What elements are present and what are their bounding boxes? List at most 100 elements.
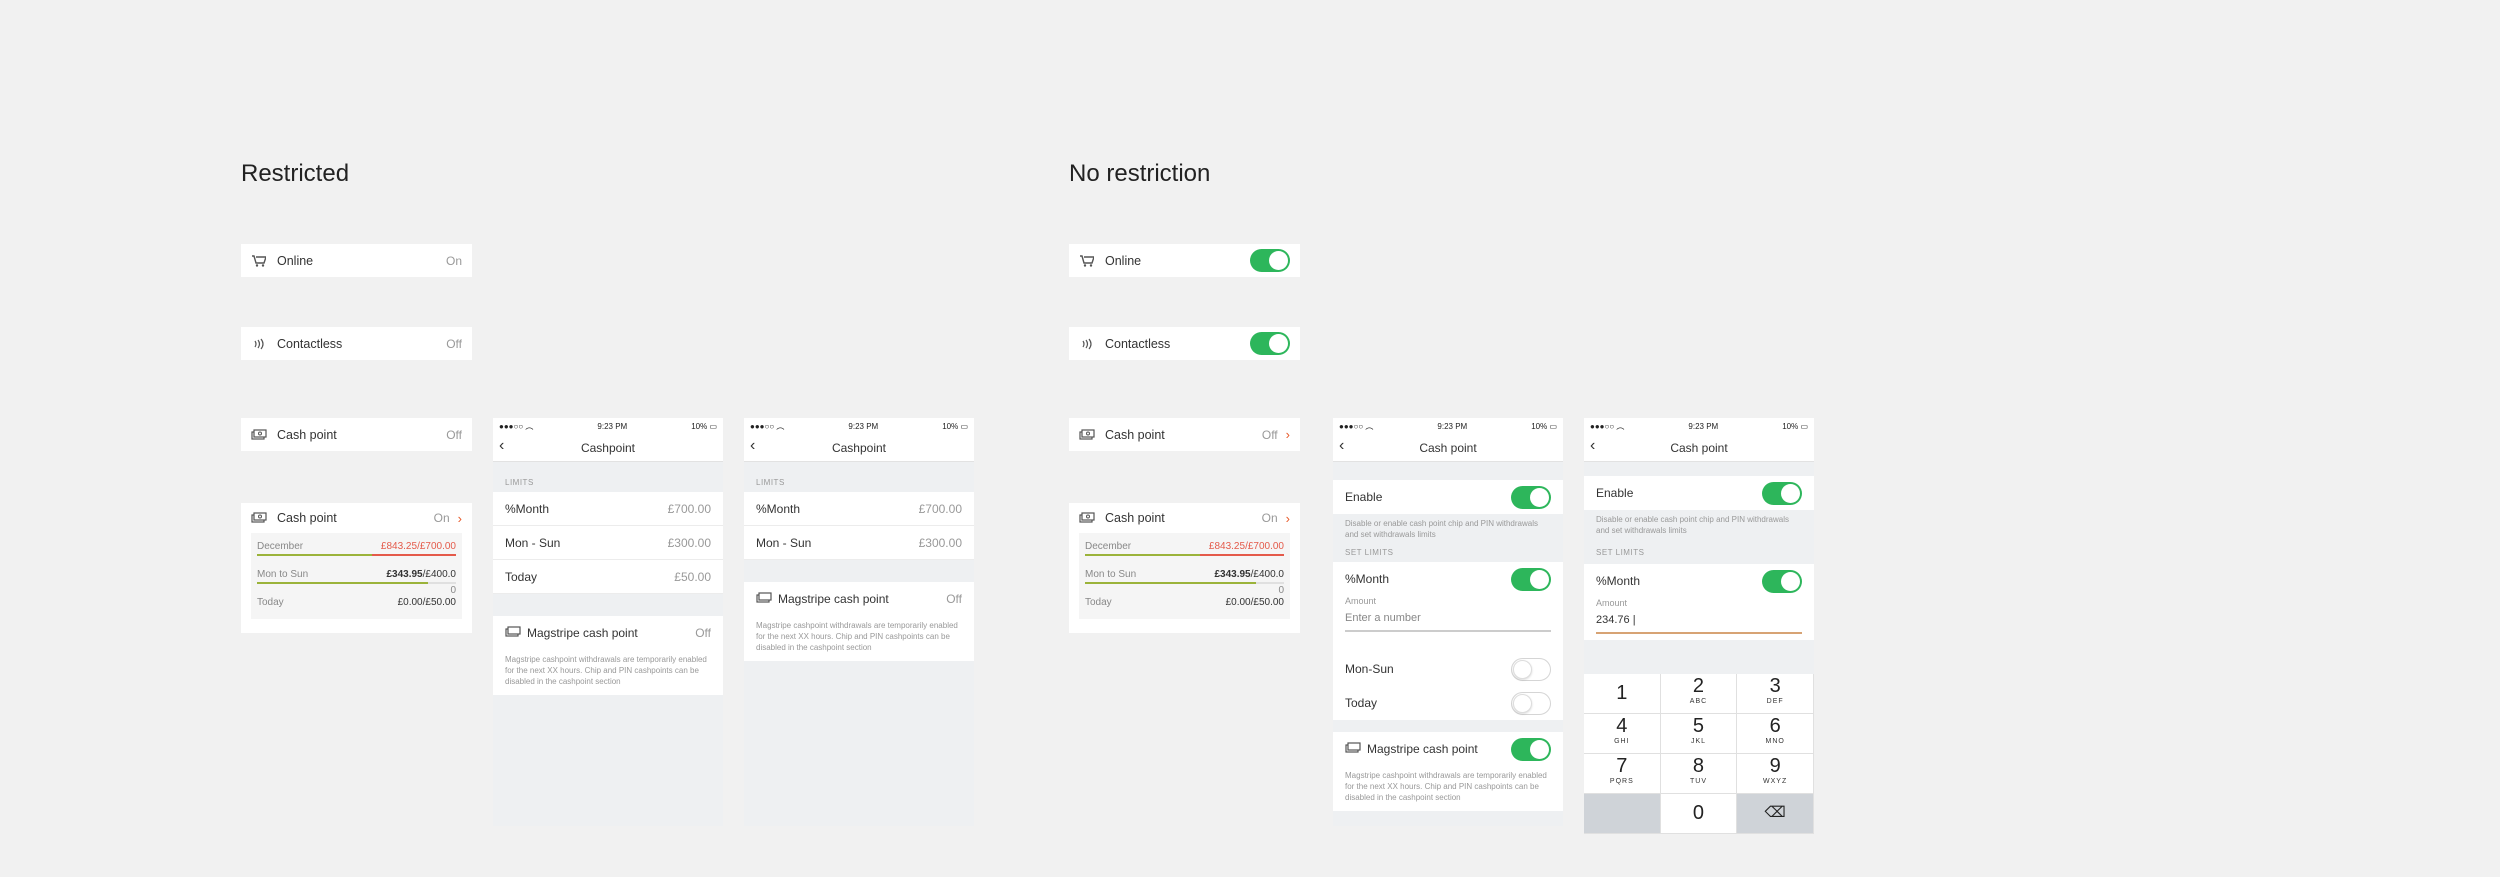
keypad-key-3[interactable]: 3 DEF bbox=[1737, 674, 1814, 714]
cashpoint-row[interactable]: Cash point Off › bbox=[1069, 418, 1300, 451]
cashpoint-label: Cash point bbox=[1105, 427, 1165, 442]
monsun-toggle[interactable] bbox=[1511, 657, 1551, 681]
keypad-key-7[interactable]: 7 PQRS bbox=[1584, 754, 1661, 794]
cashpoint-limits-summary: December £843.25/£700.00 Mon to Sun £343… bbox=[1079, 533, 1290, 619]
keypad-key-2[interactable]: 2 ABC bbox=[1660, 674, 1738, 714]
month-toggle[interactable] bbox=[1511, 567, 1551, 591]
keypad-key-0[interactable]: 0 bbox=[1660, 794, 1738, 834]
cashpoint-row[interactable]: Cash point Off bbox=[241, 418, 472, 451]
limit-row-today[interactable]: Today £50.00 bbox=[493, 560, 723, 594]
back-arrow-icon[interactable]: ‹ bbox=[1339, 437, 1344, 455]
status-time: 9:23 PM bbox=[597, 421, 628, 431]
status-bar: ●●●○○ ︵ 9:23 PM 10% ▭ bbox=[493, 418, 723, 434]
limit-row-monsun[interactable]: Mon - Sun £300.00 bbox=[744, 526, 974, 560]
magstripe-row[interactable]: Magstripe cash point Off bbox=[493, 616, 723, 650]
back-arrow-icon[interactable]: ‹ bbox=[499, 437, 504, 455]
phone-cashpoint-restricted-1: ●●●○○ ︵ 9:23 PM 10% ▭ ‹ Cashpoint LIMITS… bbox=[493, 418, 723, 826]
enable-label: Enable bbox=[1596, 486, 1634, 500]
limit-label: Today bbox=[257, 597, 284, 608]
row-value: £50.00 bbox=[674, 569, 711, 584]
cash-icon bbox=[251, 512, 267, 524]
online-row[interactable]: Online bbox=[1069, 244, 1300, 277]
row-label: Today bbox=[505, 569, 538, 584]
limit-row-week: Mon to Sun £343.95/£400.0 0 bbox=[1083, 565, 1286, 596]
nav-title: Cash point bbox=[1670, 440, 1728, 455]
row-label: Mon - Sun bbox=[505, 535, 561, 550]
status-time: 9:23 PM bbox=[1688, 421, 1719, 431]
battery-indicator: 10% ▭ bbox=[942, 421, 968, 431]
row-value: £700.00 bbox=[918, 501, 962, 516]
amount-input[interactable]: Enter a number bbox=[1345, 606, 1551, 632]
month-row[interactable]: %Month bbox=[1333, 562, 1563, 596]
enable-toggle[interactable] bbox=[1511, 485, 1551, 509]
limit-row-month[interactable]: %Month £700.00 bbox=[744, 492, 974, 526]
keypad-key-9[interactable]: 9 WXYZ bbox=[1737, 754, 1814, 794]
signal-indicator: ●●●○○ ︵ bbox=[499, 421, 534, 431]
magstripe-description: Magstripe cashpoint withdrawals are temp… bbox=[744, 616, 974, 661]
status-time: 9:23 PM bbox=[1437, 421, 1468, 431]
enable-row[interactable]: Enable bbox=[1584, 476, 1814, 510]
limit-value: £0.00/£50.00 bbox=[1225, 597, 1284, 608]
signal-indicator: ●●●○○ ︵ bbox=[1590, 421, 1625, 431]
amount-input[interactable]: 234.76 | bbox=[1596, 608, 1802, 634]
chevron-right-icon[interactable]: › bbox=[1286, 511, 1290, 526]
magstripe-value: Off bbox=[946, 592, 962, 606]
limit-row-month[interactable]: %Month £700.00 bbox=[493, 492, 723, 526]
amount-block: Amount 234.76 | bbox=[1584, 598, 1814, 640]
back-arrow-icon[interactable]: ‹ bbox=[750, 437, 755, 455]
limit-progress-bar bbox=[1085, 554, 1284, 556]
cash-icon bbox=[505, 625, 521, 641]
keypad-key-1[interactable]: 1 bbox=[1584, 674, 1661, 714]
status-bar: ●●●○○ ︵ 9:23 PM 10% ▭ bbox=[1333, 418, 1563, 434]
cashpoint-expanded-card[interactable]: Cash point On › December £843.25/£700.00… bbox=[241, 503, 472, 633]
magstripe-description: Magstripe cashpoint withdrawals are temp… bbox=[493, 650, 723, 695]
cash-icon bbox=[756, 591, 772, 607]
keypad-key-6[interactable]: 6 MNO bbox=[1737, 714, 1814, 754]
monsun-row[interactable]: Mon-Sun bbox=[1333, 652, 1563, 686]
amount-block: Amount Enter a number bbox=[1333, 596, 1563, 638]
cashpoint-expanded-card[interactable]: Cash point On › December £843.25/£700.00… bbox=[1069, 503, 1300, 633]
nav-title: Cashpoint bbox=[831, 440, 887, 455]
magstripe-row[interactable]: Magstripe cash point bbox=[1333, 732, 1563, 766]
magstripe-value: Off bbox=[695, 626, 711, 640]
online-toggle[interactable] bbox=[1250, 249, 1290, 272]
enable-toggle[interactable] bbox=[1762, 481, 1802, 505]
row-value: £300.00 bbox=[918, 535, 962, 550]
limit-row-monsun[interactable]: Mon - Sun £300.00 bbox=[493, 526, 723, 560]
enable-description: Disable or enable cash point chip and PI… bbox=[1345, 519, 1538, 539]
phone-cashpoint-settings: ●●●○○ ︵ 9:23 PM 10% ▭ ‹ Cash point Enabl… bbox=[1333, 418, 1563, 826]
blank-key bbox=[1584, 794, 1661, 834]
keypad-key-8[interactable]: 8 TUV bbox=[1660, 754, 1738, 794]
contactless-icon bbox=[251, 338, 267, 350]
magstripe-toggle[interactable] bbox=[1511, 737, 1551, 761]
month-toggle[interactable] bbox=[1762, 569, 1802, 593]
today-toggle[interactable] bbox=[1511, 691, 1551, 715]
enable-row[interactable]: Enable bbox=[1333, 480, 1563, 514]
limit-value: £843.25/£700.00 bbox=[1208, 541, 1284, 552]
back-arrow-icon[interactable]: ‹ bbox=[1590, 437, 1595, 455]
contactless-row[interactable]: Contactless Off bbox=[241, 327, 472, 360]
keypad-key-4[interactable]: 4 GHI bbox=[1584, 714, 1661, 754]
limit-value: £343.95/£400.0 bbox=[1214, 569, 1284, 580]
row-label: Mon - Sun bbox=[756, 535, 812, 550]
today-row[interactable]: Today bbox=[1333, 686, 1563, 720]
chevron-right-icon[interactable]: › bbox=[1286, 427, 1290, 442]
backspace-key[interactable]: ⌫ bbox=[1737, 794, 1814, 834]
row-label: %Month bbox=[505, 501, 550, 516]
chevron-right-icon[interactable]: › bbox=[458, 511, 462, 526]
limit-progress-bar bbox=[1085, 582, 1284, 584]
contactless-row[interactable]: Contactless bbox=[1069, 327, 1300, 360]
contactless-toggle[interactable] bbox=[1250, 332, 1290, 355]
enable-label: Enable bbox=[1345, 490, 1383, 504]
today-label: Today bbox=[1345, 696, 1378, 710]
keypad-key-5[interactable]: 5 JKL bbox=[1660, 714, 1738, 754]
battery-indicator: 10% ▭ bbox=[1531, 421, 1557, 431]
online-row[interactable]: Online On bbox=[241, 244, 472, 277]
cashpoint-value: Off bbox=[446, 427, 462, 442]
magstripe-label: Magstripe cash point bbox=[778, 592, 889, 606]
restricted-heading: Restricted bbox=[241, 160, 350, 187]
limit-progress-bar bbox=[257, 554, 456, 556]
month-row[interactable]: %Month bbox=[1584, 564, 1814, 598]
magstripe-row[interactable]: Magstripe cash point Off bbox=[744, 582, 974, 616]
amount-label: Amount bbox=[1596, 598, 1628, 608]
